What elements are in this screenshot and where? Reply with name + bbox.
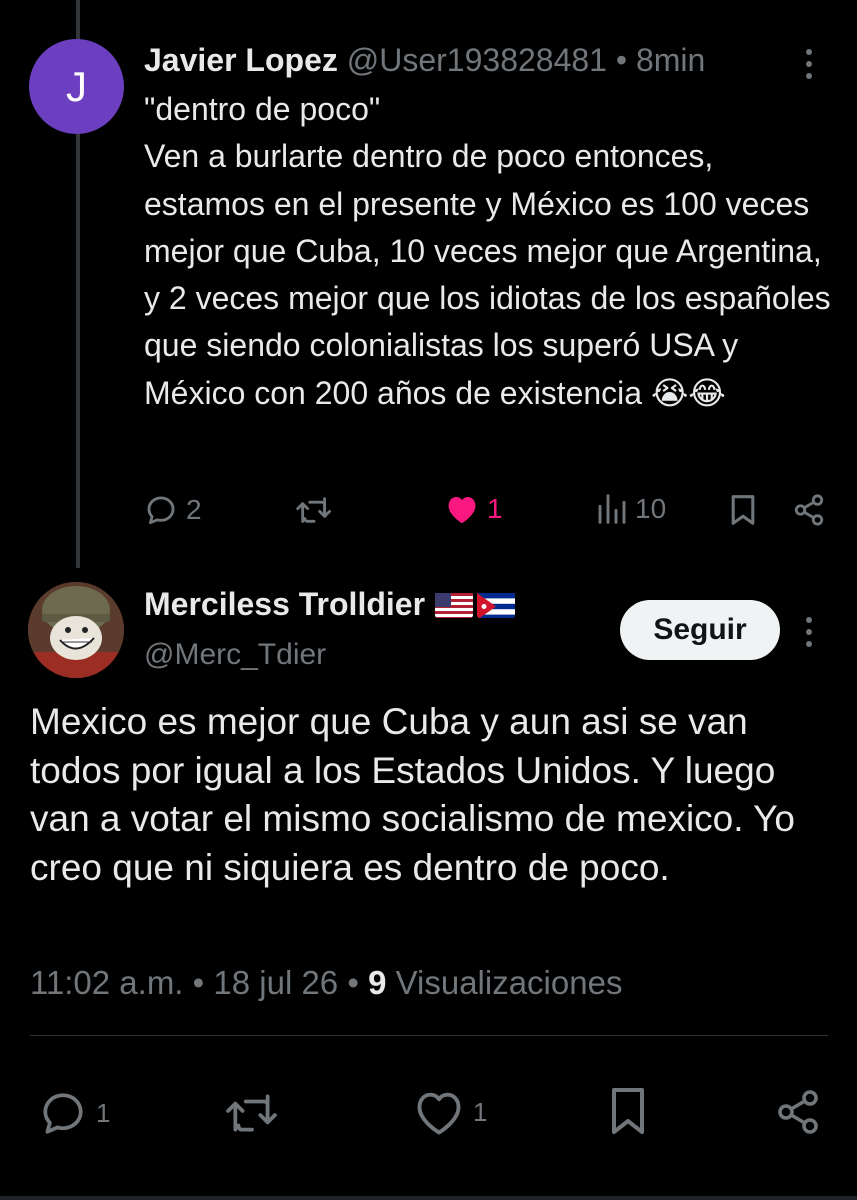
reply-count: 1 — [96, 1097, 111, 1128]
author-handle[interactable]: @User193828481 — [347, 42, 607, 78]
views-count: 10 — [635, 493, 667, 524]
author-name-row: Merciless Trolldier — [144, 586, 516, 623]
trollface-soldier-avatar-image — [28, 582, 124, 678]
divider — [30, 1035, 828, 1036]
share-icon — [778, 1090, 818, 1134]
bookmark-icon — [612, 1088, 644, 1134]
retweet-button[interactable] — [295, 493, 333, 527]
tweet-time[interactable]: 8min — [636, 42, 705, 78]
like-button[interactable]: 1 — [445, 493, 503, 525]
like-count: 1 — [473, 1096, 488, 1127]
like-button[interactable]: 1 — [413, 1088, 487, 1136]
reply-count: 2 — [186, 494, 202, 525]
author-name[interactable]: Javier Lopez — [144, 42, 338, 78]
cuba-flag-icon — [477, 591, 516, 618]
retweet-icon — [226, 1094, 277, 1132]
separator-dot: • — [192, 964, 214, 1001]
tweet-timestamp[interactable]: 11:02 a.m. — [30, 964, 183, 1001]
author-handle[interactable]: @Merc_Tdier — [144, 638, 326, 672]
reply-icon — [147, 496, 175, 525]
tweet-text: "dentro de poco" Ven a burlarte dentro d… — [144, 91, 831, 411]
tweet-header: Javier Lopez @User193828481 • 8min — [144, 42, 705, 79]
share-button[interactable] — [774, 1088, 822, 1136]
separator-dot: • — [615, 42, 628, 78]
follow-button[interactable]: Seguir — [620, 600, 780, 660]
tweet-text: Mexico es mejor que Cuba y aun asi se va… — [30, 701, 806, 888]
bookmark-button[interactable] — [729, 493, 757, 527]
reply-button[interactable]: 1 — [38, 1088, 110, 1138]
author-name[interactable]: Merciless Trolldier — [144, 586, 425, 623]
avatar[interactable]: J — [29, 39, 124, 134]
bottom-divider — [0, 1196, 857, 1200]
views-count: 9 — [368, 964, 387, 1001]
more-icon — [806, 617, 812, 647]
more-options-button[interactable] — [797, 44, 821, 84]
views-button[interactable]: 10 — [597, 493, 666, 525]
retweet-icon — [296, 497, 331, 523]
more-icon — [806, 49, 812, 79]
like-icon — [417, 1092, 461, 1135]
separator-dot: • — [347, 964, 369, 1001]
retweet-button[interactable] — [224, 1088, 280, 1138]
like-icon — [448, 496, 476, 524]
tweet-metadata: 11:02 a.m. • 18 jul 26 • 9 Visualizacion… — [30, 964, 622, 1002]
share-icon — [794, 494, 824, 526]
share-button[interactable] — [792, 493, 826, 527]
views-icon — [598, 494, 626, 524]
bookmark-button[interactable] — [608, 1085, 648, 1137]
tweet-date[interactable]: 18 jul 26 — [213, 964, 338, 1001]
us-flag-icon — [435, 591, 474, 618]
reply-icon — [43, 1093, 83, 1134]
views-label: Visualizaciones — [395, 964, 623, 1001]
like-count: 1 — [487, 493, 503, 524]
avatar[interactable] — [28, 582, 124, 678]
more-options-button[interactable] — [797, 612, 821, 652]
bookmark-icon — [731, 495, 755, 525]
reply-button[interactable]: 2 — [144, 493, 202, 527]
